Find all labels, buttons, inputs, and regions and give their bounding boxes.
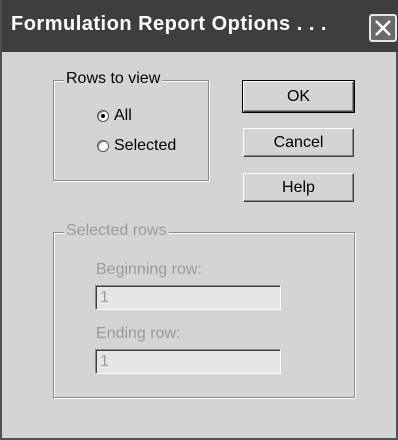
dialog-window: Formulation Report Options . . . Rows to…: [0, 0, 398, 440]
beginning-row-field[interactable]: 1: [95, 285, 281, 310]
radio-all-label: All: [114, 107, 132, 124]
cancel-button-label: Cancel: [273, 133, 324, 151]
close-icon: [375, 20, 391, 36]
ending-row-field[interactable]: 1: [95, 349, 281, 374]
ok-button[interactable]: OK: [242, 80, 355, 113]
beginning-row-label: Beginning row:: [96, 261, 202, 278]
help-button-label: Help: [282, 178, 315, 196]
radio-all[interactable]: All: [97, 107, 132, 125]
rows-to-view-legend: Rows to view: [64, 70, 163, 88]
radio-unselected-icon: [97, 140, 109, 152]
radio-selected-icon: [97, 110, 109, 122]
help-button[interactable]: Help: [243, 173, 354, 202]
cancel-button[interactable]: Cancel: [243, 128, 354, 157]
radio-selected-label: Selected: [114, 137, 177, 154]
title-bar[interactable]: Formulation Report Options . . .: [2, 0, 398, 52]
ending-row-label: Ending row:: [96, 325, 181, 342]
window-title: Formulation Report Options . . .: [11, 13, 327, 35]
close-button[interactable]: [369, 14, 397, 42]
radio-selected[interactable]: Selected: [97, 137, 176, 155]
selected-rows-legend: Selected rows: [64, 222, 169, 240]
rows-to-view-group: Rows to view All Selected: [53, 70, 209, 181]
selected-rows-group: Selected rows Beginning row: 1 Ending ro…: [53, 222, 355, 398]
ok-button-label: OK: [286, 87, 311, 105]
dialog-body: Rows to view All Selected OK Cancel Help…: [2, 52, 396, 440]
